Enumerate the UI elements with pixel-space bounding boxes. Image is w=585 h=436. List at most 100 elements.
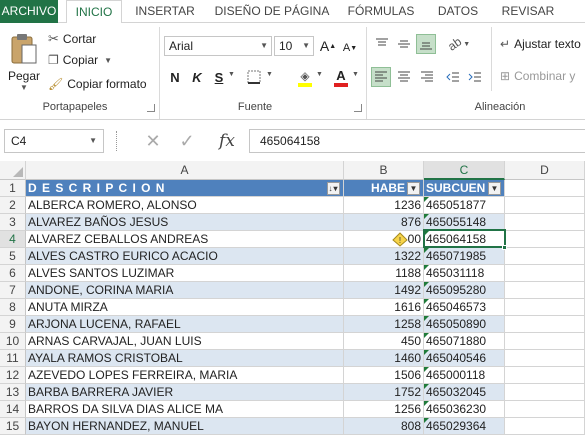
row-header[interactable]: 1 bbox=[0, 180, 26, 197]
row-header[interactable]: 15 bbox=[0, 418, 26, 435]
table-cell-haber[interactable]: 1188 bbox=[344, 265, 424, 282]
tab-archivo[interactable]: ARCHIVO bbox=[0, 0, 58, 23]
tab-insertar[interactable]: INSERTAR bbox=[132, 0, 198, 23]
column-header-d[interactable]: D bbox=[505, 161, 585, 180]
table-cell-haber[interactable]: 1256 bbox=[344, 401, 424, 418]
table-cell-descripcion[interactable]: ANUTA MIRZA bbox=[26, 299, 344, 316]
tab-inicio[interactable]: INICIO bbox=[66, 0, 122, 24]
wrap-text-button[interactable]: ↵ Ajustar texto bbox=[500, 37, 581, 51]
table-cell-descripcion[interactable]: ALVAREZ BAÑOS JESUS bbox=[26, 214, 344, 231]
borders-button[interactable] bbox=[246, 69, 262, 85]
fill-handle[interactable] bbox=[502, 245, 507, 250]
table-cell-haber[interactable]: 1752 bbox=[344, 384, 424, 401]
formula-input[interactable]: 465064158 bbox=[249, 129, 585, 153]
table-cell[interactable] bbox=[505, 197, 585, 214]
table-header-descripcion[interactable]: D E S C R I P C I O N ↓▾ bbox=[26, 180, 344, 197]
table-cell-haber[interactable]: 876 bbox=[344, 214, 424, 231]
row-header[interactable]: 8 bbox=[0, 299, 26, 316]
table-cell-descripcion[interactable]: ALBERCA ROMERO, ALONSO bbox=[26, 197, 344, 214]
table-cell[interactable] bbox=[505, 367, 585, 384]
table-cell-subcuenta[interactable]: 465046573 bbox=[424, 299, 505, 316]
table-cell[interactable] bbox=[505, 265, 585, 282]
table-cell-subcuenta[interactable]: 465051877 bbox=[424, 197, 505, 214]
row-header[interactable]: 4 bbox=[0, 231, 26, 248]
table-cell-haber[interactable]: 1506 bbox=[344, 367, 424, 384]
italic-button[interactable]: K bbox=[190, 69, 204, 85]
row-header[interactable]: 5 bbox=[0, 248, 26, 265]
copy-button[interactable]: ❐ Copiar ▼ bbox=[48, 53, 112, 67]
table-cell-haber[interactable]: 00 bbox=[344, 231, 424, 248]
table-cell-descripcion[interactable]: BARROS DA SILVA DIAS ALICE MA bbox=[26, 401, 344, 418]
table-cell-subcuenta[interactable]: 465031118 bbox=[424, 265, 505, 282]
column-header-b[interactable]: B bbox=[344, 161, 424, 180]
table-cell-descripcion[interactable]: ANDONE, CORINA MARIA bbox=[26, 282, 344, 299]
chevron-down-icon[interactable]: ▼ bbox=[316, 71, 323, 78]
table-cell-descripcion[interactable]: BAYON HERNANDEZ, MANUEL bbox=[26, 418, 344, 435]
filter-dropdown-icon[interactable]: ▼ bbox=[407, 182, 420, 195]
fill-color-button[interactable]: ◈ bbox=[296, 68, 314, 88]
table-cell-descripcion[interactable]: ALVES CASTRO EURICO ACACIO bbox=[26, 248, 344, 265]
sort-filter-icon[interactable]: ↓▾ bbox=[327, 182, 340, 195]
table-cell[interactable] bbox=[505, 384, 585, 401]
table-cell-subcuenta[interactable]: 465095280 bbox=[424, 282, 505, 299]
table-header-subcuenta[interactable]: SUBCUEN ▼ bbox=[424, 180, 505, 197]
table-cell-haber[interactable]: 1258 bbox=[344, 316, 424, 333]
table-cell-descripcion[interactable]: ARNAS CARVAJAL, JUAN LUIS bbox=[26, 333, 344, 350]
table-cell[interactable] bbox=[505, 282, 585, 299]
table-cell-haber[interactable]: 1236 bbox=[344, 197, 424, 214]
table-cell-descripcion[interactable]: ARJONA LUCENA, RAFAEL bbox=[26, 316, 344, 333]
cut-button[interactable]: ✂ Cortar bbox=[48, 31, 96, 47]
row-header[interactable]: 3 bbox=[0, 214, 26, 231]
align-center-button[interactable] bbox=[395, 68, 413, 86]
row-header[interactable]: 7 bbox=[0, 282, 26, 299]
table-cell[interactable] bbox=[505, 214, 585, 231]
row-header[interactable]: 13 bbox=[0, 384, 26, 401]
filter-dropdown-icon[interactable]: ▼ bbox=[488, 182, 501, 195]
table-cell-subcuenta[interactable]: 465064158 bbox=[424, 231, 505, 248]
table-cell-haber[interactable]: 1322 bbox=[344, 248, 424, 265]
table-cell-haber[interactable]: 808 bbox=[344, 418, 424, 435]
table-cell-descripcion[interactable]: ALVES SANTOS LUZIMAR bbox=[26, 265, 344, 282]
table-cell-subcuenta[interactable]: 465071985 bbox=[424, 248, 505, 265]
table-cell[interactable] bbox=[505, 350, 585, 367]
table-cell-subcuenta[interactable]: 465000118 bbox=[424, 367, 505, 384]
bold-button[interactable]: N bbox=[168, 69, 182, 85]
table-cell-subcuenta[interactable]: 465032045 bbox=[424, 384, 505, 401]
insert-function-button[interactable]: fx bbox=[214, 129, 240, 153]
table-cell[interactable] bbox=[505, 333, 585, 350]
align-right-button[interactable] bbox=[418, 68, 436, 86]
increase-indent-button[interactable] bbox=[466, 68, 484, 86]
clipboard-launcher-icon[interactable] bbox=[147, 104, 155, 112]
select-all-corner[interactable] bbox=[0, 161, 26, 180]
shrink-font-button[interactable]: A ▼ bbox=[342, 40, 358, 56]
table-cell[interactable] bbox=[505, 316, 585, 333]
align-left-button[interactable] bbox=[371, 67, 391, 87]
table-cell-haber[interactable]: 1492 bbox=[344, 282, 424, 299]
row-header[interactable]: 9 bbox=[0, 316, 26, 333]
table-cell-haber[interactable]: 1460 bbox=[344, 350, 424, 367]
name-box[interactable]: C4 ▼ bbox=[4, 129, 104, 153]
column-header-c[interactable]: C bbox=[424, 161, 505, 180]
table-header-haber[interactable]: HABE ▼ bbox=[344, 180, 424, 197]
table-cell[interactable] bbox=[505, 231, 585, 248]
paste-button[interactable]: Pegar ▼ bbox=[6, 29, 42, 95]
chevron-down-icon[interactable]: ▼ bbox=[266, 71, 273, 78]
table-cell[interactable] bbox=[505, 401, 585, 418]
chevron-down-icon[interactable]: ▼ bbox=[228, 71, 235, 78]
table-cell-subcuenta[interactable]: 465036230 bbox=[424, 401, 505, 418]
underline-button[interactable]: S bbox=[212, 69, 226, 85]
cancel-entry-icon[interactable]: ✕ bbox=[142, 131, 164, 151]
row-header[interactable]: 11 bbox=[0, 350, 26, 367]
chevron-down-icon[interactable]: ▼ bbox=[352, 71, 359, 78]
formula-bar-grip[interactable] bbox=[116, 131, 118, 151]
merge-button[interactable]: ⊞ Combinar y bbox=[500, 69, 575, 83]
table-cell[interactable] bbox=[505, 418, 585, 435]
row-header[interactable]: 12 bbox=[0, 367, 26, 384]
font-name-combo[interactable]: Arial ▼ bbox=[164, 36, 272, 56]
column-header-a[interactable]: A bbox=[26, 161, 344, 180]
table-cell-descripcion[interactable]: AYALA RAMOS CRISTOBAL bbox=[26, 350, 344, 367]
align-middle-button[interactable] bbox=[395, 35, 413, 53]
tab-diseno-pagina[interactable]: DISEÑO DE PÁGINA bbox=[210, 0, 334, 23]
table-cell-haber[interactable]: 450 bbox=[344, 333, 424, 350]
row-header[interactable]: 2 bbox=[0, 197, 26, 214]
